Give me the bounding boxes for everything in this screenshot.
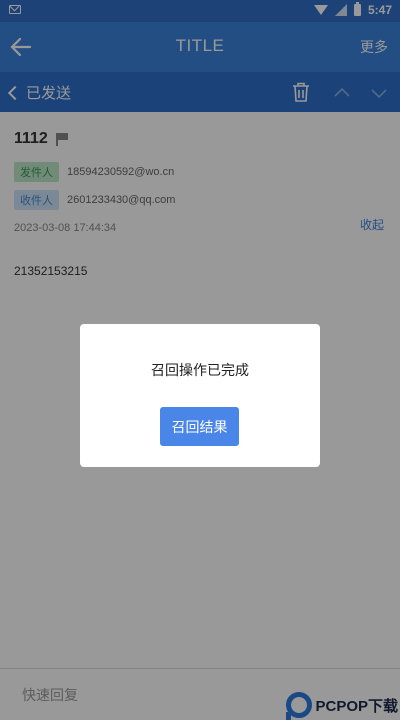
recall-result-button[interactable]: 召回结果 — [160, 407, 239, 446]
dialog-message: 召回操作已完成 — [151, 363, 249, 379]
recall-dialog: 召回操作已完成 召回结果 — [80, 324, 320, 467]
